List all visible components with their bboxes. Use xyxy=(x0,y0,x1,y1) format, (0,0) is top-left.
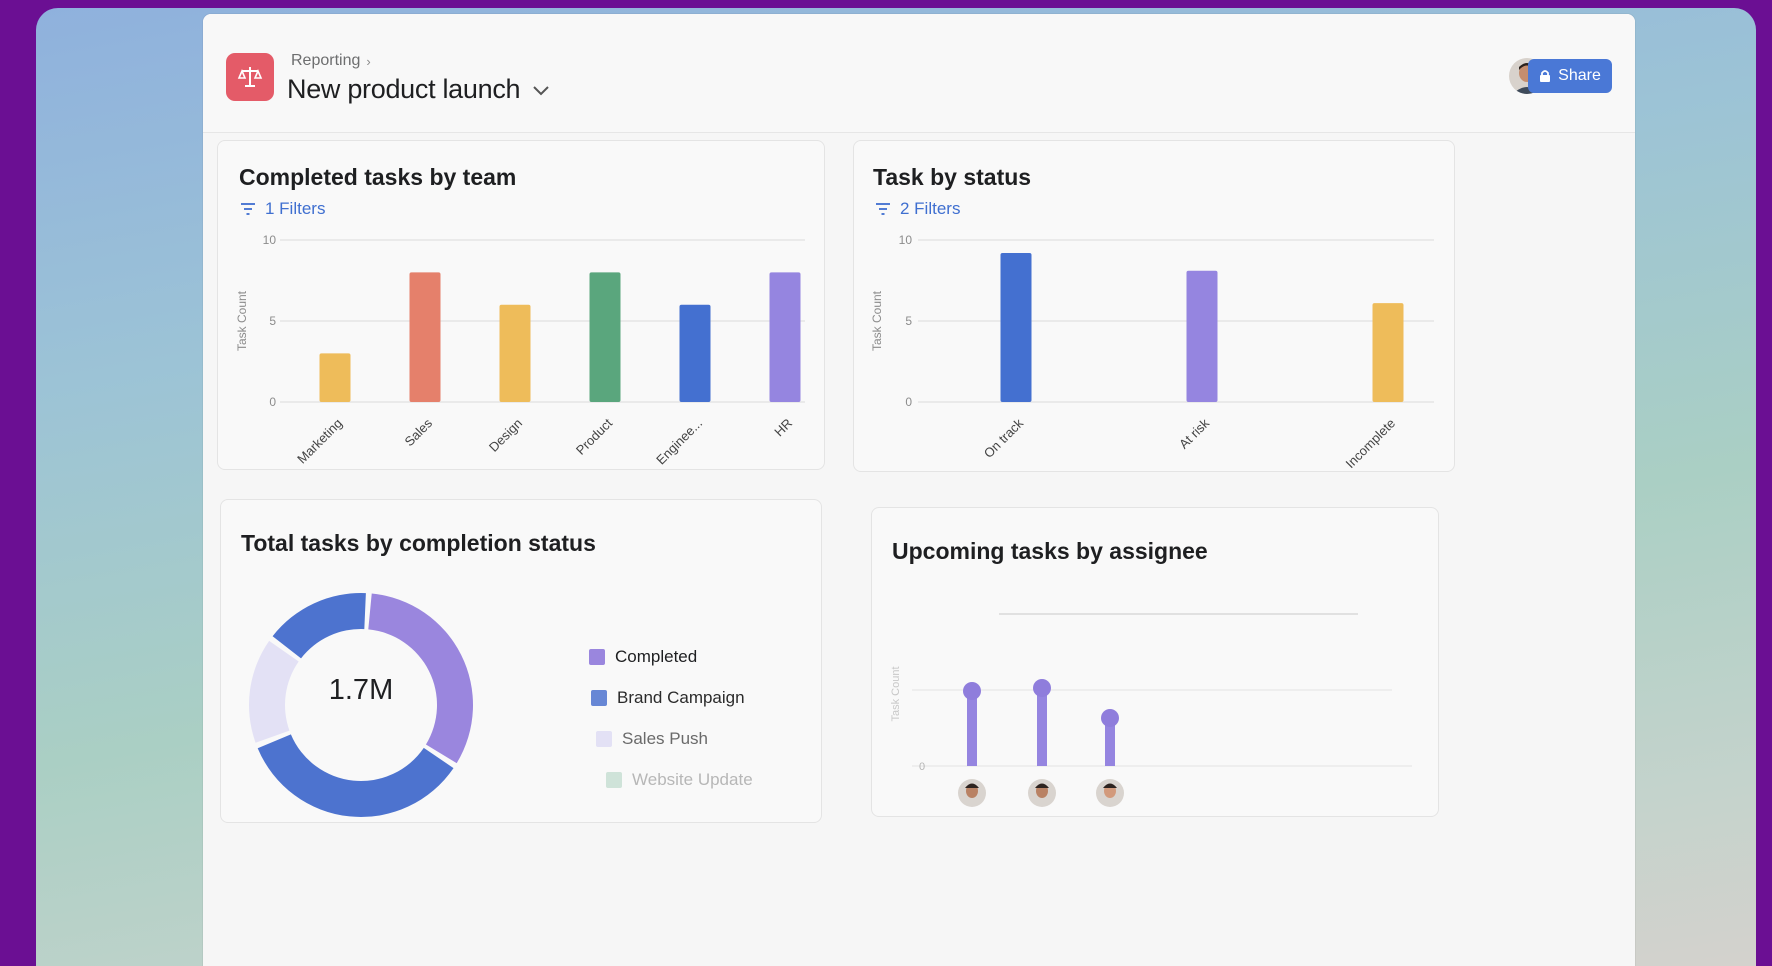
legend-swatch xyxy=(596,731,612,747)
y-tick-label: 10 xyxy=(899,233,913,247)
donut-legend: Completed Brand Campaign Sales Push Webs… xyxy=(589,647,753,812)
breadcrumb[interactable]: Reporting › xyxy=(291,52,371,70)
title-row[interactable]: New product launch xyxy=(287,74,552,105)
x-tick-label: Marketing xyxy=(294,416,345,467)
y-axis-label: Task Count xyxy=(870,290,884,351)
bar-cap xyxy=(1033,679,1051,697)
app-window: Reporting › New product launch Share Com… xyxy=(203,14,1635,966)
breadcrumb-reporting[interactable]: Reporting xyxy=(291,52,360,70)
chevron-down-icon[interactable] xyxy=(530,79,552,101)
legend-item[interactable]: Brand Campaign xyxy=(591,688,753,707)
bar xyxy=(679,304,711,402)
legend-swatch xyxy=(589,649,605,665)
legend-swatch xyxy=(591,690,607,706)
y-axis-label: Task Count xyxy=(235,290,249,351)
page-title: New product launch xyxy=(287,74,521,104)
legend-label: Completed xyxy=(615,647,698,666)
legend-item[interactable]: Website Update xyxy=(606,770,753,789)
x-tick-label: HR xyxy=(771,416,795,440)
x-tick-label: On track xyxy=(981,415,1027,461)
x-tick-label: Sales xyxy=(402,415,436,449)
y-tick-label: 5 xyxy=(269,314,276,328)
assignee-lollipop-chart: Task Count 0 xyxy=(890,613,1412,807)
completion-status-card: Total tasks by completion status 1.7M Co… xyxy=(220,499,822,823)
donut-slice xyxy=(272,593,366,659)
bar xyxy=(409,272,441,402)
task-by-status-card: Task by status 2 Filters 0 5 10 Task Count O… xyxy=(853,140,1455,472)
header-bar: Reporting › New product launch Share xyxy=(203,14,1635,133)
legend-item[interactable]: Completed xyxy=(589,647,753,666)
legend-label: Sales Push xyxy=(622,729,708,748)
window-frame: Reporting › New product launch Share Com… xyxy=(36,8,1756,966)
share-label: Share xyxy=(1558,67,1601,84)
bar-cap xyxy=(963,682,981,700)
completed-by-team-card: Completed tasks by team 1 Filters 0 5 10 Ta… xyxy=(217,140,825,470)
breadcrumb-separator: › xyxy=(366,53,371,69)
lock-icon xyxy=(1540,70,1551,82)
legend-swatch xyxy=(606,772,622,788)
bar xyxy=(967,691,977,766)
status-bar-chart: 0 5 10 Task Count On track At risk Incomplete xyxy=(870,233,1434,471)
scale-icon[interactable] xyxy=(226,53,274,101)
x-tick-label: Enginee... xyxy=(653,416,705,468)
x-tick-label: Incomplete xyxy=(1343,416,1399,471)
y-tick-label: 5 xyxy=(905,314,912,328)
bar xyxy=(589,272,621,402)
x-tick-label: At risk xyxy=(1176,415,1212,451)
x-tick-label: Design xyxy=(486,416,525,455)
legend-item[interactable]: Sales Push xyxy=(596,729,753,748)
assignee-card: Upcoming tasks by assignee Task Count 0 xyxy=(871,507,1439,817)
y-axis-label: Task Count xyxy=(890,666,902,721)
card-title: Total tasks by completion status xyxy=(241,530,596,556)
y-tick-label: 0 xyxy=(269,395,276,409)
legend-label: Brand Campaign xyxy=(617,688,745,707)
donut-slice xyxy=(257,734,454,817)
y-tick-label: 10 xyxy=(263,233,277,247)
bar xyxy=(769,272,801,402)
legend-label: Website Update xyxy=(632,770,753,789)
donut-center-value: 1.7M xyxy=(328,674,394,706)
bar xyxy=(1186,270,1218,402)
bar-cap xyxy=(1101,709,1119,727)
bar xyxy=(1000,252,1032,402)
team-bar-chart: 0 5 10 Task Count Marketing Sales Design Produc… xyxy=(235,233,805,468)
share-button[interactable]: Share xyxy=(1528,59,1612,93)
y-tick-label: 0 xyxy=(919,761,925,773)
bar xyxy=(1372,303,1404,402)
x-tick-label: Product xyxy=(573,415,616,458)
y-tick-label: 0 xyxy=(905,395,912,409)
bar xyxy=(319,353,351,402)
bar xyxy=(499,304,531,402)
bar xyxy=(1037,688,1047,766)
